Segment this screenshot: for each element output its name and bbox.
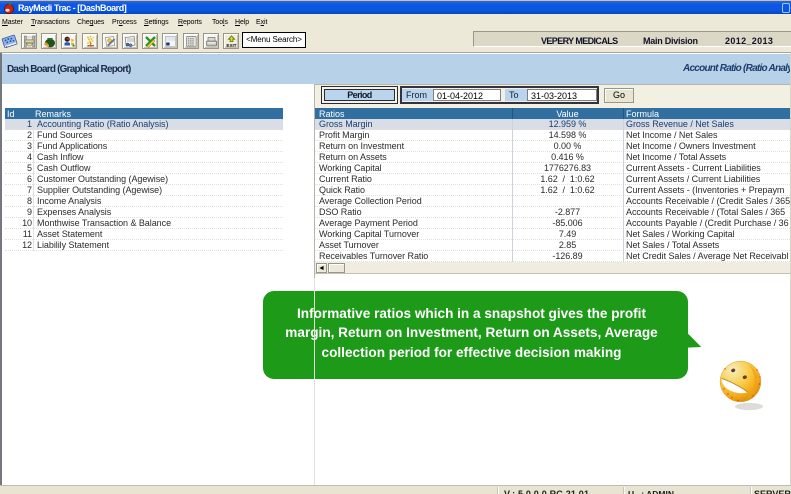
svg-text:EXIT: EXIT	[226, 43, 236, 48]
